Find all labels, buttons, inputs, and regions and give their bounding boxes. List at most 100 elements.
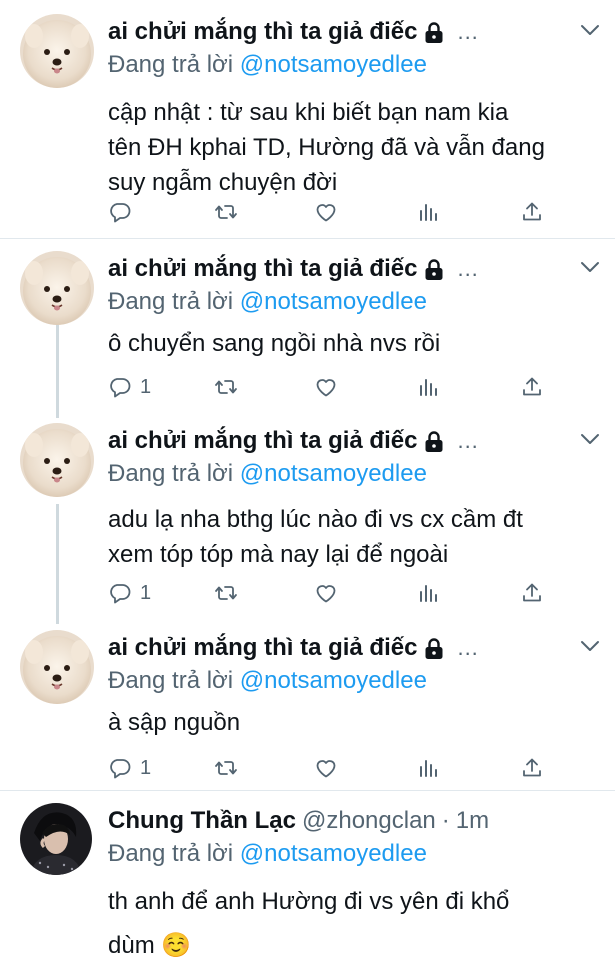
lock-icon — [423, 21, 445, 45]
action-bar: 1 — [108, 579, 548, 607]
like-button[interactable] — [314, 373, 338, 401]
tweet-text: ô chuyển sang ngồi nhà nvs rồi — [108, 326, 601, 361]
tweet[interactable]: ai chửi mắng thì ta giả điếc ... Đang tr… — [0, 239, 615, 411]
display-name[interactable]: ai chửi mắng thì ta giả điếc — [108, 255, 417, 283]
reply-button[interactable]: 1 — [108, 579, 151, 607]
avatar[interactable] — [20, 630, 94, 704]
like-button[interactable] — [314, 579, 338, 607]
reply-prefix: Đang trả lời — [108, 51, 234, 78]
lock-icon — [423, 258, 445, 282]
tweet-text-line: à sập nguồn — [108, 709, 241, 736]
samoyed-avatar-icon — [20, 251, 94, 325]
avatar[interactable] — [20, 251, 94, 325]
samoyed-avatar-icon — [20, 423, 94, 497]
retweet-icon — [214, 375, 238, 399]
display-name[interactable]: ai chửi mắng thì ta giả điếc — [108, 18, 417, 46]
display-name[interactable]: Chung Thần Lạc — [108, 807, 296, 835]
reply-button[interactable]: 1 — [108, 754, 151, 782]
analytics-button[interactable] — [416, 579, 440, 607]
reply-icon — [108, 581, 132, 605]
reply-count: 1 — [140, 581, 152, 604]
reply-prefix: Đang trả lời — [108, 460, 234, 487]
analytics-button[interactable] — [416, 198, 440, 226]
tweet[interactable]: ai chửi mắng thì ta giả điếc ... Đang tr… — [0, 0, 615, 240]
truncation-dots: ... — [457, 256, 479, 281]
share-icon — [520, 375, 544, 399]
like-button[interactable] — [314, 198, 338, 226]
avatar[interactable] — [20, 803, 92, 875]
share-icon — [520, 200, 544, 224]
tweet-text-line: th anh để anh Hường đi vs yên đi khổ — [108, 888, 510, 915]
retweet-icon — [214, 756, 238, 780]
tweet-header: ai chửi mắng thì ta giả điếc ... — [108, 424, 601, 458]
share-icon — [520, 581, 544, 605]
retweet-button[interactable] — [214, 754, 238, 782]
user-handle[interactable]: @zhongclan — [302, 807, 436, 835]
reply-icon — [108, 200, 132, 224]
analytics-icon — [416, 375, 440, 399]
mention-link[interactable]: @notsamoyedlee — [240, 51, 427, 78]
samoyed-avatar-icon — [20, 14, 94, 88]
share-button[interactable] — [520, 373, 544, 401]
action-bar: 1 — [108, 754, 548, 782]
display-name[interactable]: ai chửi mắng thì ta giả điếc — [108, 634, 417, 662]
mention-link[interactable]: @notsamoyedlee — [240, 667, 427, 694]
retweet-button[interactable] — [214, 373, 238, 401]
retweet-button[interactable] — [214, 579, 238, 607]
reply-count: 1 — [140, 375, 152, 398]
mention-link[interactable]: @notsamoyedlee — [240, 840, 427, 867]
analytics-icon — [416, 581, 440, 605]
tweet-text-line: dùm ☺️ — [108, 932, 192, 959]
tweet-text-line: tên ĐH kphai TD, Hường đã và vẫn đang — [108, 134, 545, 161]
tweet-text: adu lạ nha bthg lúc nào đi vs cx cầm đt … — [108, 502, 601, 572]
like-icon — [314, 581, 338, 605]
like-icon — [314, 200, 338, 224]
avatar[interactable] — [20, 14, 94, 88]
retweet-button[interactable] — [214, 198, 238, 226]
share-button[interactable] — [520, 754, 544, 782]
person-avatar-icon — [20, 803, 92, 875]
like-icon — [314, 756, 338, 780]
tweet-header: ai chửi mắng thì ta giả điếc ... — [108, 15, 601, 49]
share-button[interactable] — [520, 198, 544, 226]
avatar[interactable] — [20, 423, 94, 497]
like-button[interactable] — [314, 754, 338, 782]
mention-link[interactable]: @notsamoyedlee — [240, 288, 427, 315]
tweet-thread: ai chửi mắng thì ta giả điếc ... Đang tr… — [0, 0, 615, 960]
replying-to: Đang trả lời @notsamoyedlee — [108, 458, 601, 490]
analytics-icon — [416, 200, 440, 224]
display-name[interactable]: ai chửi mắng thì ta giả điếc — [108, 427, 417, 455]
tweet-text-line: cập nhật : từ sau khi biết bạn nam kia — [108, 99, 509, 126]
tweet-header: ai chửi mắng thì ta giả điếc ... — [108, 631, 601, 665]
like-icon — [314, 375, 338, 399]
action-bar: 1 — [108, 373, 548, 401]
reply-button[interactable]: 1 — [108, 373, 151, 401]
reply-icon — [108, 756, 132, 780]
reply-count: 1 — [140, 756, 152, 779]
analytics-icon — [416, 756, 440, 780]
lock-icon — [423, 637, 445, 661]
replying-to: Đang trả lời @notsamoyedlee — [108, 49, 601, 81]
mention-link[interactable]: @notsamoyedlee — [240, 460, 427, 487]
reply-prefix: Đang trả lời — [108, 667, 234, 694]
analytics-button[interactable] — [416, 754, 440, 782]
tweet-text-line: adu lạ nha bthg lúc nào đi vs cx cầm đt — [108, 506, 523, 533]
reply-prefix: Đang trả lời — [108, 840, 234, 867]
share-icon — [520, 756, 544, 780]
tweet-text-line: suy ngẫm chuyện đời — [108, 169, 338, 196]
replying-to: Đang trả lời @notsamoyedlee — [108, 286, 601, 318]
truncation-dots: ... — [457, 428, 479, 453]
tweet-time[interactable]: 1m — [456, 807, 489, 835]
reply-button[interactable] — [108, 198, 140, 226]
tweet[interactable]: Chung Thần Lạc @zhongclan · 1m Đang trả … — [0, 791, 615, 960]
retweet-icon — [214, 200, 238, 224]
tweet-text: cập nhật : từ sau khi biết bạn nam kia t… — [108, 95, 601, 200]
tweet[interactable]: ai chửi mắng thì ta giả điếc ... Đang tr… — [0, 616, 615, 790]
tweet-text: th anh để anh Hường đi vs yên đi khổ dùm… — [108, 880, 601, 960]
tweet[interactable]: ai chửi mắng thì ta giả điếc ... Đang tr… — [0, 411, 615, 616]
tweet-text-line: xem tóp tóp mà nay lại để ngoài — [108, 541, 449, 568]
analytics-button[interactable] — [416, 373, 440, 401]
share-button[interactable] — [520, 579, 544, 607]
truncation-dots: ... — [457, 19, 479, 44]
time-separator: · — [441, 807, 450, 834]
